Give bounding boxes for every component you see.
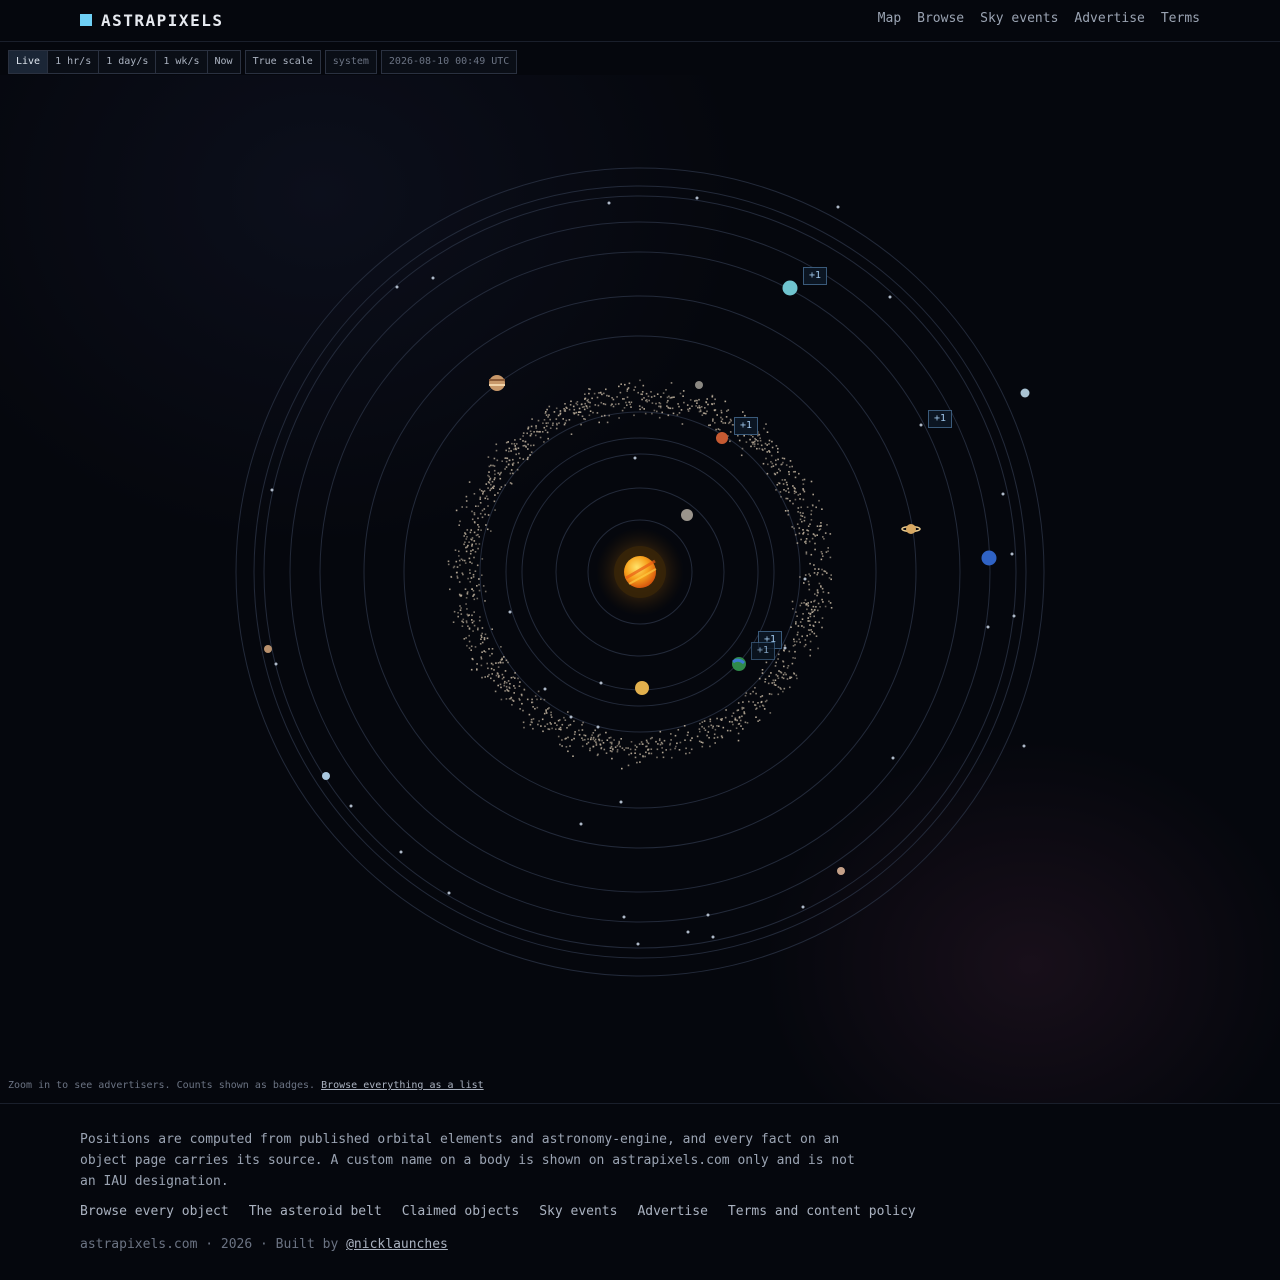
nav-browse[interactable]: Browse: [917, 11, 964, 26]
nav-advertise[interactable]: Advertise: [1074, 11, 1144, 26]
planet-mercury-icon[interactable]: [681, 509, 693, 521]
footer-link-browse[interactable]: Browse every object: [80, 1204, 229, 1219]
footer-link-claimed[interactable]: Claimed objects: [402, 1204, 519, 1219]
credit-text: astrapixels.com · 2026 · Built by: [80, 1237, 339, 1252]
logo-square-icon: [80, 14, 92, 26]
speed-now-button[interactable]: Now: [206, 51, 240, 73]
planet-uranus-icon[interactable]: [782, 280, 798, 296]
orbit-canvas[interactable]: [0, 75, 1280, 1103]
footer-link-sky-events[interactable]: Sky events: [539, 1204, 617, 1219]
site-header: ASTRAPIXELS Map Browse Sky events Advert…: [0, 0, 1280, 42]
count-badge[interactable]: +1: [803, 267, 828, 285]
nav-map[interactable]: Map: [878, 11, 901, 26]
footer-link-advertise[interactable]: Advertise: [637, 1204, 707, 1219]
dwarf-planet-icon[interactable]: [322, 772, 330, 780]
map-hint: Zoom in to see advertisers. Counts shown…: [8, 1080, 484, 1091]
footer-credit: astrapixels.com · 2026 · Built by @nickl…: [80, 1237, 448, 1252]
asteroid-ceres-icon[interactable]: [695, 381, 703, 389]
main-nav: Map Browse Sky events Advertise Terms: [878, 11, 1200, 26]
sun[interactable]: [596, 528, 684, 616]
time-toolbar: Live 1 hr/s 1 day/s 1 wk/s Now True scal…: [8, 50, 518, 74]
speed-selector: Live 1 hr/s 1 day/s 1 wk/s Now: [8, 50, 241, 74]
planet-mars-icon[interactable]: [716, 432, 728, 444]
dwarf-planet-icon[interactable]: [1020, 388, 1030, 398]
footer-link-terms[interactable]: Terms and content policy: [728, 1204, 916, 1219]
browse-list-link[interactable]: Browse everything as a list: [321, 1080, 484, 1091]
nav-sky-events[interactable]: Sky events: [980, 11, 1058, 26]
brand-logo[interactable]: ASTRAPIXELS: [80, 9, 223, 31]
true-scale-toggle[interactable]: True scale: [244, 50, 321, 74]
author-link[interactable]: @nicklaunches: [346, 1237, 448, 1252]
map-hint-text: Zoom in to see advertisers. Counts shown…: [8, 1080, 316, 1091]
footer-links: Browse every object The asteroid belt Cl…: [80, 1204, 916, 1219]
count-badge[interactable]: +1: [751, 642, 776, 660]
count-badge[interactable]: +1: [734, 417, 759, 435]
brand-name: ASTRAPIXELS: [101, 10, 224, 30]
speed-day-button[interactable]: 1 day/s: [98, 51, 155, 73]
speed-week-button[interactable]: 1 wk/s: [155, 51, 206, 73]
footer-link-asteroid-belt[interactable]: The asteroid belt: [249, 1204, 382, 1219]
dwarf-planet-icon[interactable]: [264, 645, 272, 653]
planet-neptune-icon[interactable]: [981, 550, 997, 566]
planet-earth-icon[interactable]: [732, 657, 746, 671]
nav-terms[interactable]: Terms: [1161, 11, 1200, 26]
site-footer: Positions are computed from published or…: [0, 1103, 1280, 1280]
count-badge[interactable]: +1: [928, 410, 953, 428]
planet-venus-icon[interactable]: [635, 681, 649, 695]
planet-saturn-icon[interactable]: [901, 524, 921, 534]
timestamp-display: 2026-08-10 00:49 UTC: [380, 50, 518, 74]
planet-jupiter-icon[interactable]: [489, 375, 505, 391]
dwarf-planet-icon[interactable]: [837, 867, 845, 875]
speed-hour-button[interactable]: 1 hr/s: [47, 51, 98, 73]
view-mode-button[interactable]: system: [324, 50, 377, 74]
footer-description: Positions are computed from published or…: [80, 1132, 855, 1189]
speed-live-button[interactable]: Live: [9, 51, 48, 73]
solar-system-map[interactable]: +1 +1 +1 +1 +1 Zoom in to see advertiser…: [0, 75, 1280, 1103]
